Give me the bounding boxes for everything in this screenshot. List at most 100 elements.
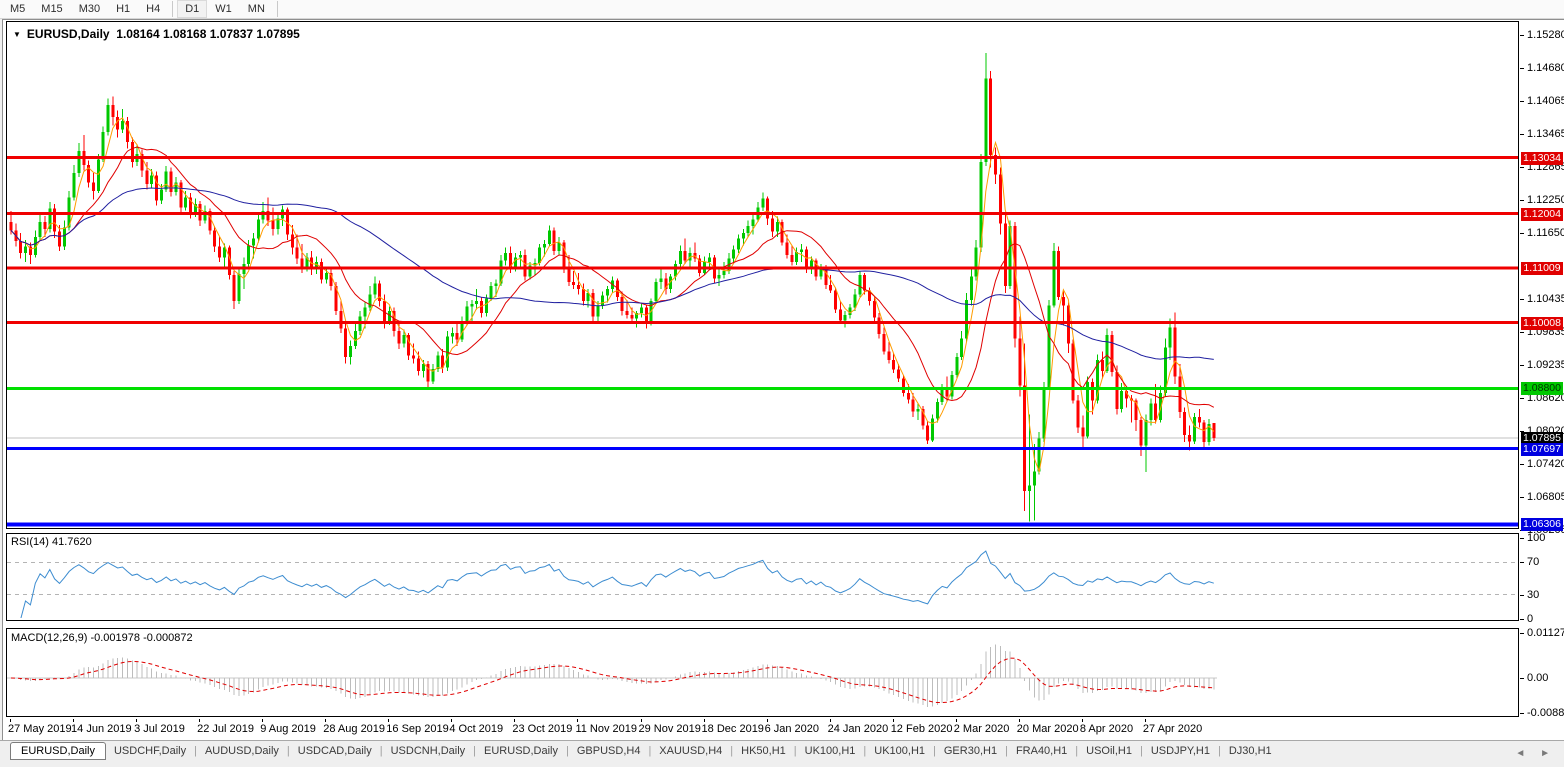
date-label: 16 Sep 2019 [386, 723, 449, 735]
date-axis-tick [1018, 719, 1020, 722]
price-scale-tick [1520, 166, 1524, 168]
macd-indicator-label: MACD(12,26,9) -0.001978 -0.000872 [11, 632, 193, 644]
chart-tab-audusd-daily[interactable]: AUDUSD,Daily [197, 741, 287, 757]
timeframe-button-h1[interactable]: H1 [108, 0, 138, 18]
rsi-scale-tick [1520, 594, 1524, 596]
chart-tab-usdcad-daily[interactable]: USDCAD,Daily [290, 741, 380, 757]
chart-tab-uk100-h1[interactable]: UK100,H1 [797, 741, 864, 757]
timeframe-button-m15[interactable]: M15 [33, 0, 70, 18]
chart-collapse-icon[interactable]: ▼ [13, 30, 21, 39]
price-scale-label: 1.14680 [1527, 61, 1564, 74]
date-axis-tick [199, 719, 201, 722]
macd-signal-line [10, 657, 1214, 704]
price-scale-label: 1.13465 [1527, 127, 1564, 140]
date-axis-tick [73, 719, 75, 722]
macd-pane[interactable] [6, 628, 1519, 717]
macd-scale-tick [1520, 712, 1524, 714]
date-axis-tick [640, 719, 642, 722]
date-label: 24 Jan 2020 [827, 723, 889, 735]
date-label: 28 Aug 2019 [323, 723, 386, 735]
timeframe-button-w1[interactable]: W1 [207, 0, 240, 18]
chart-tab-dj30-h1[interactable]: DJ30,H1 [1221, 741, 1280, 757]
chart-tab-bar: EURUSD,Daily USDCHF,Daily | AUDUSD,Daily | US… [0, 740, 1564, 767]
price-scale-tick [1520, 331, 1524, 333]
rsi-scale-label: 30 [1527, 588, 1540, 601]
macd-scale-tick [1520, 678, 1524, 679]
chart-tab-hk50-h1[interactable]: HK50,H1 [733, 741, 794, 757]
date-axis-tick [1144, 719, 1146, 722]
price-scale-tick [1520, 463, 1524, 465]
price-scale-label: 1.11650 [1527, 226, 1564, 239]
date-label: 3 Jul 2019 [134, 723, 185, 735]
date-axis-tick [262, 719, 264, 722]
date-axis-tick [703, 719, 705, 722]
timeframe-button-m5[interactable]: M5 [2, 0, 33, 18]
chart-title: ▼ EURUSD,Daily 1.08164 1.08168 1.07837 1.… [13, 27, 300, 41]
price-scale-tick [1520, 200, 1524, 202]
ma-fast-line [10, 117, 1215, 474]
tab-scroll-arrows[interactable]: ◄ ► [1515, 748, 1556, 759]
toolbar-separator [276, 1, 278, 17]
toolbar-separator [172, 1, 174, 17]
date-axis-tick [388, 719, 390, 722]
date-label: 27 May 2019 [8, 723, 72, 735]
date-axis[interactable]: 27 May 2019 14 Jun 2019 3 Jul 2019 22 Jul 2… [6, 719, 1519, 739]
chart-tab-usdcnh-daily[interactable]: USDCNH,Daily [383, 741, 474, 757]
level-price-badge: 1.08800 [1521, 382, 1563, 396]
price-scale-label: 1.12250 [1527, 194, 1564, 207]
level-price-badge: 1.13034 [1521, 151, 1563, 165]
price-scale[interactable]: 1.15280 1.14680 1.14065 1.13465 1.12865 1.122… [1520, 21, 1564, 719]
date-label: 14 Jun 2019 [71, 723, 132, 735]
rsi-scale-label: 0 [1527, 613, 1534, 625]
level-price-badge: 1.06306 [1521, 518, 1563, 532]
chart-symbol-label: EURUSD,Daily [26, 27, 110, 41]
date-axis-tick [451, 719, 453, 722]
date-axis-tick [514, 719, 516, 722]
date-label: 18 Dec 2019 [701, 723, 764, 735]
macd-scale-label: 0.011277 [1527, 627, 1564, 640]
chart-tab-xauusd-h4[interactable]: XAUUSD,H4 [651, 741, 730, 757]
macd-scale-tick [1520, 633, 1524, 635]
price-scale-label: 1.09235 [1527, 358, 1564, 371]
timeframe-button-m30[interactable]: M30 [71, 0, 108, 18]
chart-tab-fra40-h1[interactable]: FRA40,H1 [1008, 741, 1075, 757]
chart-tab-usoil-h1[interactable]: USOil,H1 [1078, 741, 1140, 757]
timeframe-button-d1[interactable]: D1 [177, 0, 208, 18]
timeframe-button-h4[interactable]: H4 [138, 0, 168, 18]
date-axis-tick [10, 719, 11, 722]
chart-tab-uk100-h1[interactable]: UK100,H1 [866, 741, 933, 757]
date-axis-tick [325, 719, 327, 722]
chart-tab-ger30-h1[interactable]: GER30,H1 [936, 741, 1005, 757]
rsi-pane[interactable] [6, 533, 1519, 621]
pane-splitter[interactable] [6, 622, 1519, 627]
macd-scale-label: 0.00 [1527, 672, 1549, 684]
chart-tab-eurusd-daily[interactable]: EURUSD,Daily [476, 741, 566, 757]
price-scale-tick [1520, 232, 1524, 234]
date-axis-tick [829, 719, 831, 722]
date-label: 27 Apr 2020 [1142, 723, 1203, 735]
rsi-line [20, 550, 1214, 618]
rsi-scale-tick [1520, 538, 1524, 539]
date-label: 4 Oct 2019 [449, 723, 504, 735]
price-scale-tick [1520, 398, 1524, 400]
date-axis-tick [892, 719, 894, 722]
date-axis-tick [766, 719, 768, 722]
main-chart-pane[interactable] [6, 21, 1519, 529]
chart-tab-gbpusd-h4[interactable]: GBPUSD,H4 [569, 741, 649, 757]
price-scale-label: 1.10435 [1527, 293, 1564, 306]
date-label: 2 Mar 2020 [953, 723, 1010, 735]
level-price-badge: 1.11009 [1521, 261, 1563, 275]
date-label: 20 Mar 2020 [1016, 723, 1079, 735]
date-label: 29 Nov 2019 [638, 723, 701, 735]
date-axis-tick [1081, 719, 1083, 722]
date-label: 11 Nov 2019 [575, 723, 638, 735]
chart-tab-eurusd-daily[interactable]: EURUSD,Daily [10, 742, 106, 760]
macd-scale-label: -0.008845 [1527, 706, 1564, 719]
price-scale-tick [1520, 497, 1524, 499]
date-label: 22 Jul 2019 [197, 723, 255, 735]
timeframe-button-mn[interactable]: MN [240, 0, 273, 18]
chart-tab-usdjpy-h1[interactable]: USDJPY,H1 [1143, 741, 1218, 757]
price-scale-tick [1520, 299, 1524, 301]
level-price-badge: 1.07697 [1521, 442, 1563, 456]
chart-tab-usdchf-daily[interactable]: USDCHF,Daily [106, 741, 194, 757]
